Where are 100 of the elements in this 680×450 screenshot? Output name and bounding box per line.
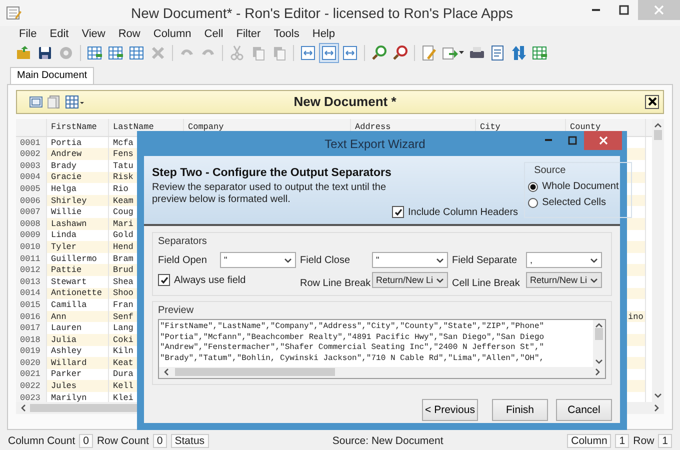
table-cell: Shirley	[47, 194, 109, 206]
menu-item[interactable]: Edit	[44, 28, 74, 40]
scrollbar-thumb[interactable]	[595, 328, 603, 340]
menu-item[interactable]: Row	[113, 28, 146, 40]
printer-icon	[469, 44, 485, 61]
minimize-icon	[591, 9, 601, 11]
field-label: Row Line Break	[300, 276, 368, 288]
menu-item[interactable]: File	[14, 28, 42, 40]
paste-icon	[271, 44, 287, 61]
scroll-up-icon	[654, 122, 662, 128]
close-document-button[interactable]	[645, 94, 659, 109]
status-source: Source: New Document	[331, 435, 444, 448]
status-value: 1	[615, 434, 630, 448]
table-cell: Gracie	[47, 172, 109, 184]
row-number: 0008	[16, 218, 47, 230]
vertical-scrollbar[interactable]	[593, 320, 605, 367]
status-label: Row Count	[96, 435, 149, 448]
row-number: 0018	[16, 334, 47, 346]
status-label: Column	[567, 434, 612, 448]
grid-icon[interactable]	[65, 94, 85, 109]
row-number: 0009	[16, 230, 47, 242]
notes-icon	[490, 44, 506, 61]
menu-item[interactable]: Filter	[231, 28, 266, 40]
table-cell: Willard	[47, 357, 109, 369]
check-icon	[160, 276, 168, 284]
column-header[interactable]: FirstName	[47, 118, 109, 136]
include-headers-checkbox[interactable]: Include Column Headers	[392, 206, 518, 218]
table-cell: Antionette	[47, 288, 109, 300]
row-number: 0006	[16, 194, 47, 206]
export-icon	[442, 44, 458, 61]
sort-icon	[511, 44, 527, 61]
menu-item[interactable]: Cell	[199, 28, 228, 40]
status-label: Status	[170, 434, 209, 448]
separator-dropdown[interactable]: Return/New Li	[372, 272, 448, 288]
dropdown-arrow-icon	[459, 50, 464, 55]
table-cell: Julia	[47, 334, 109, 346]
copy-icon	[250, 44, 266, 61]
table-cell: Ann	[47, 310, 109, 322]
dialog-button[interactable]: Finish	[492, 398, 548, 421]
dialog-title: Text Export Wizard	[324, 136, 426, 150]
scrollbar-thumb[interactable]	[175, 368, 335, 376]
zoom-in-icon	[371, 44, 387, 61]
add-row-icon	[87, 44, 103, 61]
status-value: 1	[658, 434, 672, 448]
vertical-scrollbar[interactable]	[652, 118, 664, 402]
row-number: 0012	[16, 264, 47, 276]
menu-item[interactable]: Tools	[268, 28, 304, 40]
chevron-icon	[436, 278, 444, 282]
row-number: 0022	[16, 380, 47, 392]
source-radio[interactable]: Whole Document	[528, 181, 628, 192]
horizontal-scrollbar[interactable]	[159, 366, 605, 378]
separator-dropdown[interactable]: Return/New Li	[526, 272, 602, 288]
minimize-icon	[544, 139, 552, 141]
menu-item[interactable]: Help	[307, 28, 340, 40]
document-tab[interactable]: Main Document	[10, 66, 94, 84]
source-radio[interactable]: Selected Cells	[528, 197, 628, 208]
menu-item[interactable]: Column	[148, 28, 196, 40]
close-button[interactable]	[584, 131, 622, 150]
table-cell: Lashawn	[47, 218, 109, 230]
row-number: 0010	[16, 241, 47, 253]
row-number: 0003	[16, 160, 47, 172]
dialog-button[interactable]: Cancel	[556, 398, 612, 421]
fit-all-icon	[321, 44, 337, 61]
separator-dropdown[interactable]: "	[220, 252, 296, 268]
scroll-down-icon	[595, 358, 603, 365]
row-number: 0020	[16, 357, 47, 369]
row-number: 0004	[16, 172, 47, 184]
scrollbar-thumb[interactable]	[654, 130, 662, 140]
save-icon	[37, 44, 53, 61]
scroll-right-icon	[654, 404, 660, 412]
row-number: 0014	[16, 288, 47, 300]
scroll-left-icon	[163, 368, 169, 376]
maximize-icon	[568, 136, 576, 144]
pages-icon[interactable]	[47, 94, 61, 109]
close-icon	[648, 97, 656, 106]
delete-icon	[150, 44, 166, 61]
status-label: Row	[633, 435, 654, 448]
row-number: 0023	[16, 392, 47, 402]
status-value: 0	[152, 434, 167, 448]
field-label: Cell Line Break	[452, 276, 521, 288]
gear-icon	[58, 44, 74, 61]
maximize-icon	[619, 5, 629, 15]
spreadsheet-icon	[532, 44, 548, 61]
dialog-button[interactable]: < Previous	[422, 398, 478, 421]
scroll-left-icon	[20, 404, 26, 412]
edit-icon	[421, 44, 437, 61]
group-title: Source	[534, 165, 567, 176]
frame-icon[interactable]	[29, 94, 43, 109]
separator-dropdown[interactable]: "	[372, 252, 448, 268]
separator-dropdown[interactable]: ,	[526, 252, 602, 268]
row-number: 0015	[16, 299, 47, 311]
row-number: 0016	[16, 310, 47, 322]
check-icon	[394, 208, 402, 216]
chevron-icon	[284, 258, 292, 262]
table-cell: Tyler	[47, 241, 109, 253]
menu-item[interactable]: View	[76, 28, 110, 40]
row-number: 0017	[16, 322, 47, 334]
status-value: 0	[79, 434, 93, 448]
table-cell: Andrew	[47, 148, 109, 160]
chevron-icon	[590, 258, 598, 262]
